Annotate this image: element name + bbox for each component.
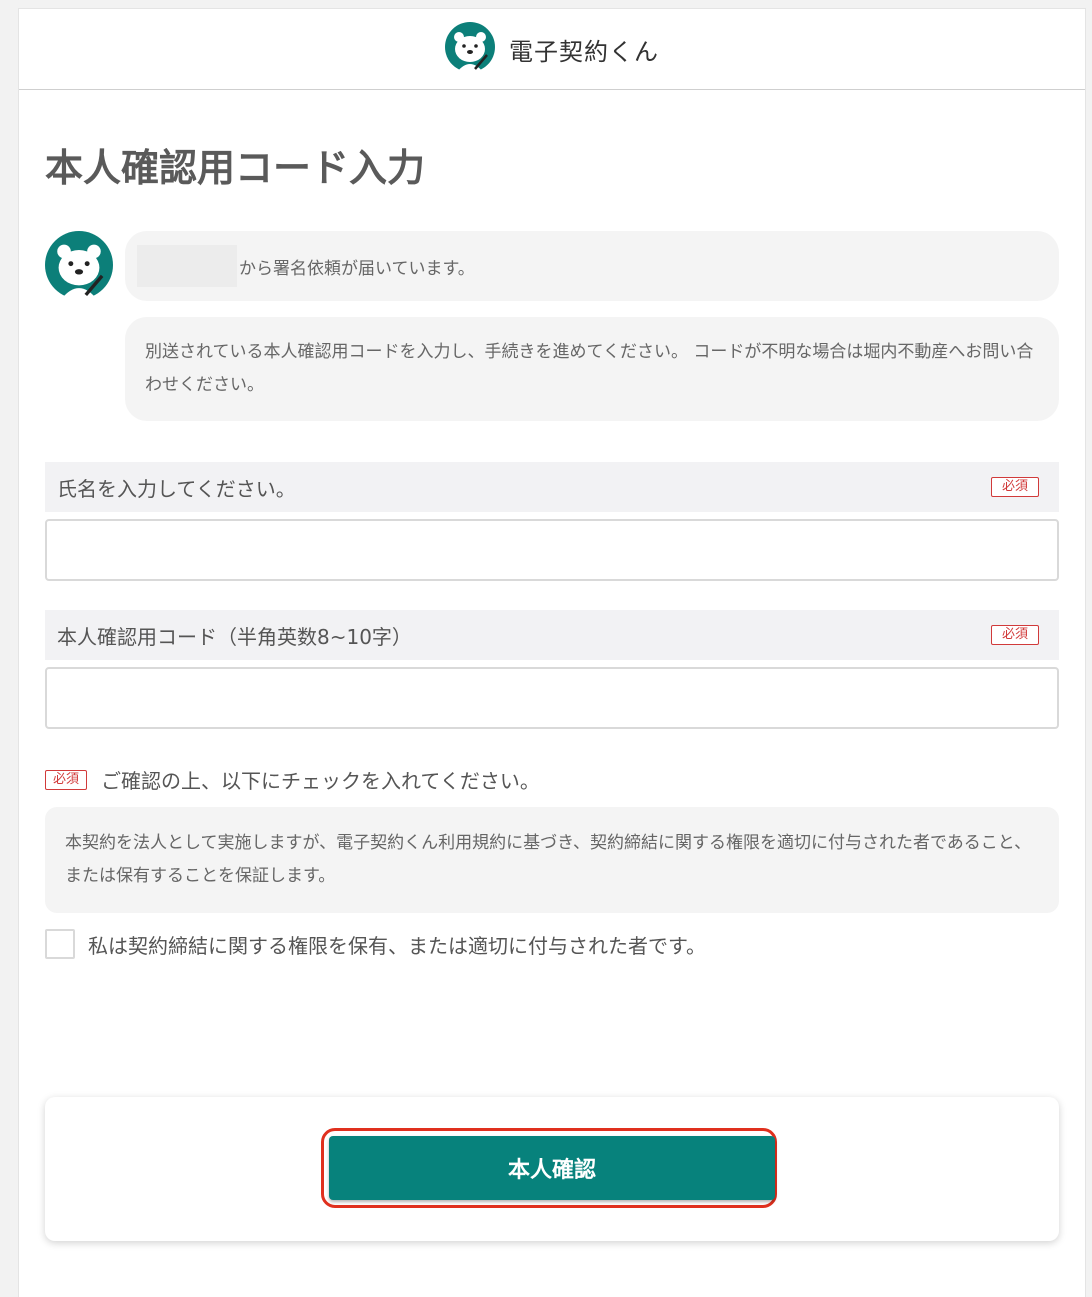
redacted-sender-name <box>137 245 237 287</box>
app-name: 電子契約くん <box>509 37 659 66</box>
verification-code-input[interactable] <box>45 667 1059 729</box>
authority-agreement-row[interactable]: 私は契約締結に関する権限を保有、または適切に付与された者です。 <box>45 929 706 959</box>
polar-bear-mascot-icon <box>45 231 113 303</box>
confirm-instruction-text: ご確認の上、以下にチェックを入れてください。 <box>101 769 540 793</box>
submit-footer: 本人確認 <box>45 1097 1059 1241</box>
sender-message-text: から署名依頼が届いています。 <box>239 258 475 279</box>
page: 電子契約くん 本人確認用コード入力 から署名依頼が届いています。 別送されている… <box>18 8 1086 1297</box>
terms-text: 本契約を法人として実施しますが、電子契約くん利用規約に基づき、契約締結に関する権… <box>65 833 1032 886</box>
app-header: 電子契約くん <box>19 9 1085 90</box>
name-field-label: 氏名を入力してください。 <box>57 476 296 501</box>
required-badge: 必須 <box>45 769 88 790</box>
authority-agreement-label[interactable]: 私は契約締結に関する権限を保有、または適切に付与された者です。 <box>88 930 706 959</box>
page-title: 本人確認用コード入力 <box>45 146 426 190</box>
required-badge: 必須 <box>990 477 1039 497</box>
code-field-label: 本人確認用コード（半角英数8~10字） <box>57 624 412 649</box>
name-input[interactable] <box>45 519 1059 581</box>
verify-identity-button[interactable]: 本人確認 <box>329 1136 775 1200</box>
app-logo: 電子契約くん <box>445 22 659 76</box>
instruction-message-bubble: 別送されている本人確認用コードを入力し、手続きを進めてください。 コードが不明な… <box>125 317 1059 421</box>
terms-box: 本契約を法人として実施しますが、電子契約くん利用規約に基づき、契約締結に関する権… <box>45 807 1059 913</box>
confirm-instruction: 必須 ご確認の上、以下にチェックを入れてください。 <box>45 765 540 794</box>
required-badge: 必須 <box>990 625 1039 645</box>
sender-message-bubble: から署名依頼が届いています。 <box>125 231 1059 301</box>
instruction-message-text: 別送されている本人確認用コードを入力し、手続きを進めてください。 コードが不明な… <box>145 342 1034 395</box>
authority-agreement-checkbox[interactable] <box>45 929 75 959</box>
polar-bear-mascot-icon <box>445 22 495 76</box>
name-field-header: 氏名を入力してください。 必須 <box>45 462 1059 512</box>
code-field-header: 本人確認用コード（半角英数8~10字） 必須 <box>45 610 1059 660</box>
